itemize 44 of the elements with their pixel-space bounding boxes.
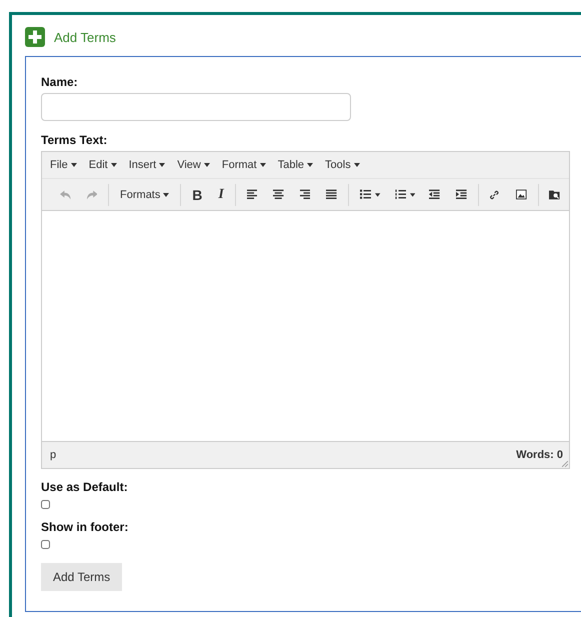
align-center-icon[interactable]: [273, 189, 284, 200]
add-terms-button[interactable]: Add Terms: [41, 563, 122, 591]
word-count: Words: 0: [516, 449, 563, 461]
menu-item[interactable]: Format: [222, 159, 266, 171]
caret-icon[interactable]: [354, 163, 360, 167]
menu-item[interactable]: Tools: [325, 159, 360, 171]
caret-icon[interactable]: [204, 163, 210, 167]
element-path: p: [50, 449, 56, 461]
preview-icon[interactable]: [549, 188, 561, 200]
bold-button[interactable]: B: [192, 186, 202, 202]
menu-item[interactable]: View: [177, 159, 210, 171]
image-icon[interactable]: [516, 189, 527, 200]
caret-icon[interactable]: [70, 163, 77, 167]
outdent-icon[interactable]: [429, 189, 440, 200]
option-label: Use as Default:: [41, 480, 129, 494]
caret-icon[interactable]: [410, 192, 416, 196]
menu-item[interactable]: Insert: [128, 159, 166, 171]
plus-icon[interactable]: [25, 27, 45, 47]
name-field[interactable]: [41, 93, 351, 121]
caret-icon[interactable]: [110, 163, 117, 167]
link-icon[interactable]: [489, 188, 500, 200]
checkbox[interactable]: [41, 500, 50, 509]
numbered-list-icon[interactable]: [394, 189, 406, 200]
caret-icon[interactable]: [375, 192, 381, 196]
terms-text-label: Terms Text:: [41, 133, 108, 147]
caret-icon[interactable]: [159, 163, 166, 167]
caret-icon[interactable]: [163, 192, 170, 196]
justify-icon[interactable]: [326, 189, 338, 200]
bullet-list-icon[interactable]: [360, 189, 372, 200]
option-label: Show in footer:: [41, 520, 130, 534]
resize-handle-icon[interactable]: [562, 461, 568, 467]
name-label: Name:: [41, 75, 79, 89]
formats-dropdown[interactable]: Formats: [120, 188, 170, 200]
menu-item[interactable]: File: [50, 159, 77, 171]
menu-item[interactable]: Edit: [88, 159, 117, 171]
italic-button[interactable]: I: [218, 186, 224, 202]
align-right-icon[interactable]: [300, 189, 310, 200]
indent-icon[interactable]: [456, 189, 467, 200]
menu-item[interactable]: Table: [278, 159, 314, 171]
add-terms-link[interactable]: Add Terms: [54, 30, 116, 44]
caret-icon[interactable]: [307, 163, 314, 167]
caret-icon[interactable]: [260, 163, 266, 167]
align-left-icon[interactable]: [246, 189, 258, 200]
checkbox[interactable]: [41, 540, 50, 549]
